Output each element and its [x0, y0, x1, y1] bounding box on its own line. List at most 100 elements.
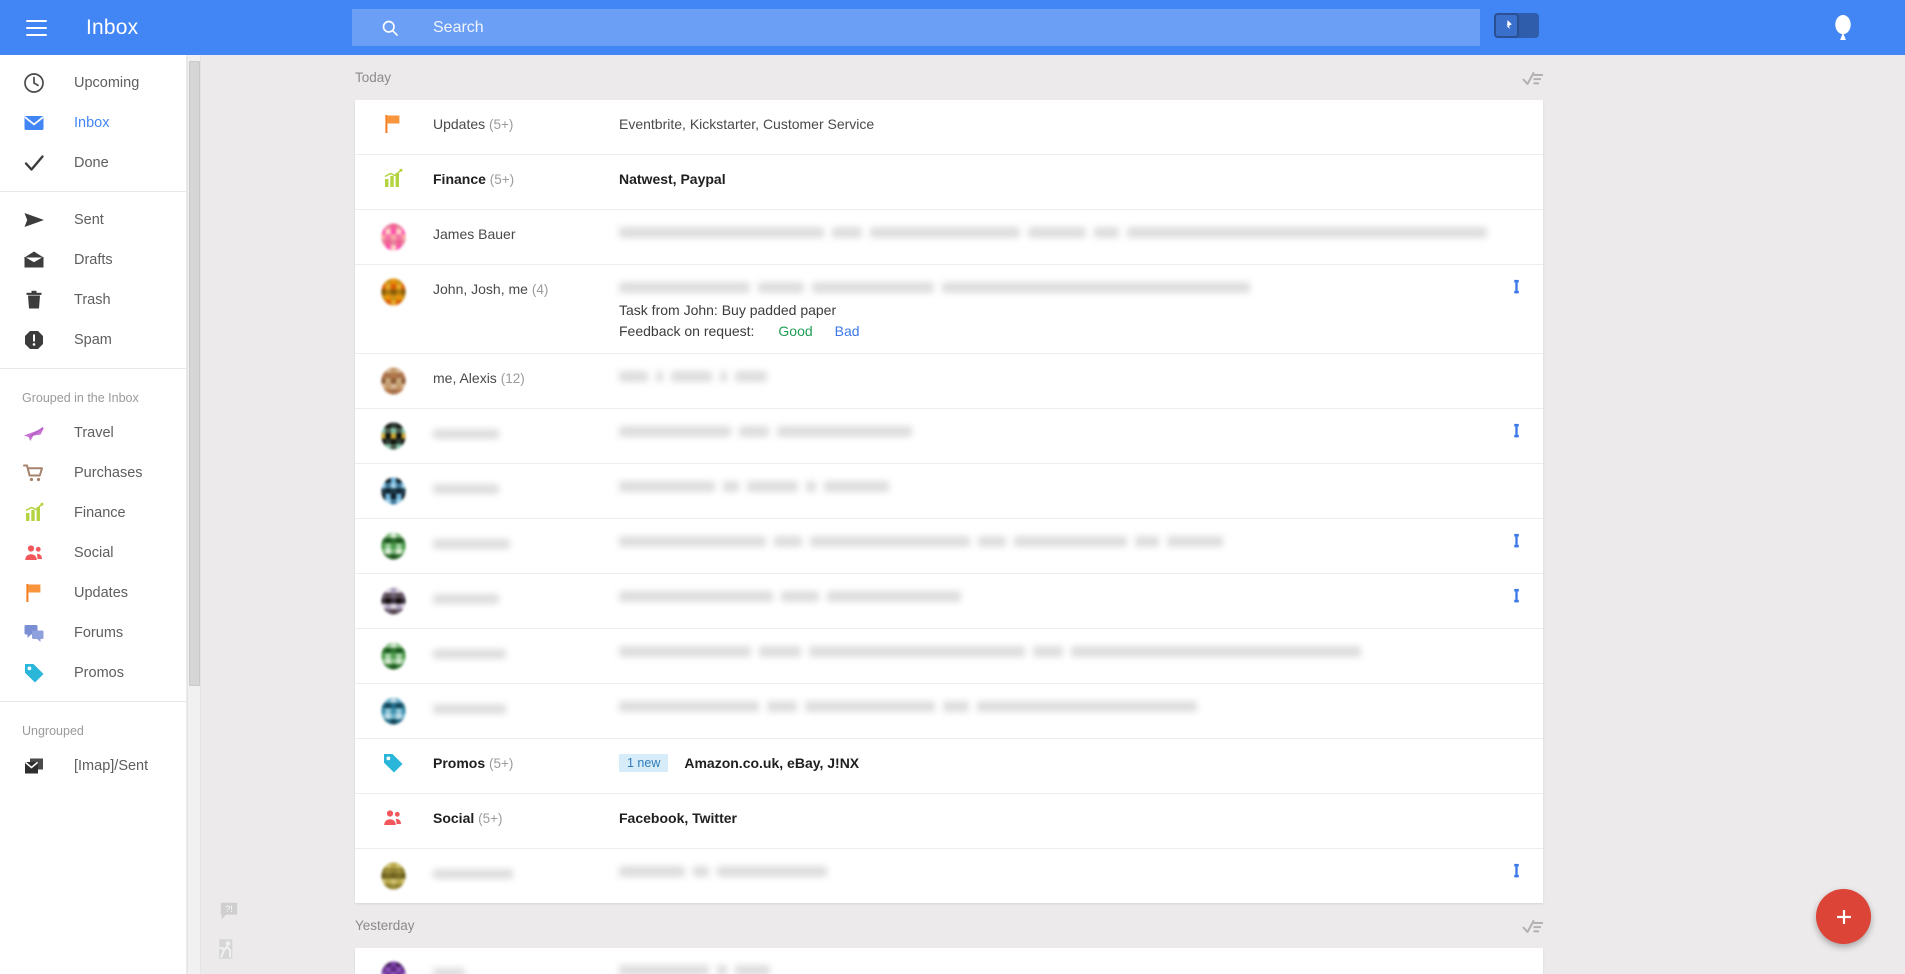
row-feedback: Feedback on request: Good Bad: [619, 321, 1503, 341]
message-row[interactable]: me, Alexis (12): [355, 354, 1543, 409]
message-row[interactable]: Finance (5+) Natwest, Paypal: [355, 155, 1543, 210]
stacked-mail-icon: [24, 758, 43, 774]
row-avatar[interactable]: [373, 112, 413, 142]
row-subject: Amazon.co.uk, eBay, J!NX: [684, 755, 860, 771]
feedback-label: Feedback on request:: [619, 323, 755, 339]
feedback-bad-button[interactable]: Bad: [835, 323, 860, 339]
row-avatar[interactable]: [373, 366, 413, 396]
sidebar-scrollbar[interactable]: [187, 55, 201, 974]
sidebar-item-social[interactable]: Social: [0, 533, 186, 573]
sweep-icon[interactable]: [1521, 67, 1543, 87]
redacted-text: [619, 591, 773, 602]
sidebar-item-label: Updates: [74, 585, 129, 601]
row-avatar[interactable]: [373, 531, 413, 561]
redacted-text: [433, 429, 499, 440]
sidebar-item-sent[interactable]: Sent: [0, 200, 186, 240]
avatar-dark: [380, 422, 406, 450]
sidebar-item-spam[interactable]: Spam: [0, 320, 186, 360]
message-row[interactable]: James Bauer: [355, 210, 1543, 265]
row-avatar[interactable]: [373, 960, 413, 974]
message-row[interactable]: [355, 948, 1543, 974]
redacted-text: [1135, 536, 1159, 547]
compose-button[interactable]: [1816, 889, 1871, 944]
row-sender: [433, 586, 619, 610]
sidebar-item-imap-sent[interactable]: [Imap]/Sent: [0, 746, 186, 786]
feedback-good-button[interactable]: Good: [778, 323, 812, 339]
sidebar-item-updates[interactable]: Updates: [0, 573, 186, 613]
pin-toggle-knob[interactable]: [1494, 13, 1519, 38]
cart-icon: [22, 461, 46, 485]
search-bar[interactable]: Search: [352, 9, 1480, 46]
avatar-tan: [380, 367, 406, 395]
avatar[interactable]: [1831, 14, 1855, 41]
row-task-text: Task from John: Buy padded paper: [619, 302, 837, 318]
hamburger-icon[interactable]: [8, 0, 64, 55]
row-avatar[interactable]: [373, 806, 413, 836]
message-row[interactable]: [355, 684, 1543, 739]
message-row[interactable]: John, Josh, me (4) Task from John: Buy p…: [355, 265, 1543, 354]
redacted-text: [656, 371, 663, 382]
redacted-text: [810, 536, 970, 547]
pin-toggle[interactable]: [1494, 13, 1539, 38]
sidebar-item-drafts[interactable]: Drafts: [0, 240, 186, 280]
sweep-icon[interactable]: [1521, 915, 1543, 935]
message-row[interactable]: [355, 574, 1543, 629]
row-avatar[interactable]: [373, 476, 413, 506]
sidebar-item-label: Forums: [74, 625, 124, 641]
row-avatar[interactable]: [373, 861, 413, 891]
pin-icon[interactable]: [1510, 588, 1523, 606]
row-avatar[interactable]: [373, 222, 413, 252]
pin-icon[interactable]: [1510, 279, 1523, 297]
row-avatar[interactable]: [373, 167, 413, 197]
row-body: Natwest, Paypal: [619, 167, 1543, 191]
pin-icon[interactable]: [1510, 863, 1523, 881]
redacted-text: [619, 866, 685, 877]
message-row[interactable]: [355, 519, 1543, 574]
row-sender: [433, 531, 619, 555]
row-avatar[interactable]: [373, 641, 413, 671]
pin-icon[interactable]: [1510, 533, 1523, 551]
pin-icon[interactable]: [1510, 423, 1523, 441]
row-subject: Facebook, Twitter: [619, 810, 737, 826]
sidebar-item-trash[interactable]: Trash: [0, 280, 186, 320]
row-avatar[interactable]: [373, 751, 413, 781]
badge-new: 1 new: [619, 754, 669, 772]
avatar-green2: [380, 642, 406, 670]
message-row[interactable]: Updates (5+) Eventbrite, Kickstarter, Cu…: [355, 100, 1543, 155]
trash-icon: [22, 288, 46, 312]
sidebar-item-forums[interactable]: Forums: [0, 613, 186, 653]
redacted-text: [433, 484, 499, 495]
sidebar-item-finance[interactable]: Finance: [0, 493, 186, 533]
row-body: Task from John: Buy padded paper Feedback…: [619, 277, 1543, 341]
row-avatar[interactable]: [373, 586, 413, 616]
trash-icon: [26, 290, 42, 309]
row-avatar[interactable]: [373, 696, 413, 726]
message-row[interactable]: Social (5+) Facebook, Twitter: [355, 794, 1543, 849]
redacted-text: [723, 481, 739, 492]
sidebar-scrollbar-thumb[interactable]: [189, 61, 200, 686]
message-row[interactable]: Promos (5+) 1 new Amazon.co.uk, eBay, J!N…: [355, 739, 1543, 794]
clock-icon: [24, 73, 44, 93]
row-sender: [433, 696, 619, 720]
row-avatar[interactable]: [373, 421, 413, 451]
send-icon: [24, 213, 44, 227]
sidebar-item-travel[interactable]: Travel: [0, 413, 186, 453]
message-row[interactable]: [355, 629, 1543, 684]
search-input[interactable]: Search: [433, 19, 484, 37]
sidebar-item-done[interactable]: Done: [0, 143, 186, 183]
sidebar-item-purchases[interactable]: Purchases: [0, 453, 186, 493]
message-row[interactable]: [355, 849, 1543, 903]
help-icon[interactable]: ?!: [217, 900, 241, 922]
envelope-icon: [24, 116, 44, 130]
avatar-orange: [380, 278, 406, 306]
sidebar-item-upcoming[interactable]: Upcoming: [0, 63, 186, 103]
message-list[interactable]: Today Updates (5+) Eventbrite, Kickstart…: [202, 55, 1905, 974]
sidebar-item-promos[interactable]: Promos: [0, 653, 186, 693]
row-body: [619, 586, 1543, 607]
row-body: [619, 641, 1543, 662]
message-row[interactable]: [355, 464, 1543, 519]
row-avatar[interactable]: [373, 277, 413, 307]
message-row[interactable]: [355, 409, 1543, 464]
exit-icon[interactable]: [216, 936, 242, 962]
sidebar-item-inbox[interactable]: Inbox: [0, 103, 186, 143]
